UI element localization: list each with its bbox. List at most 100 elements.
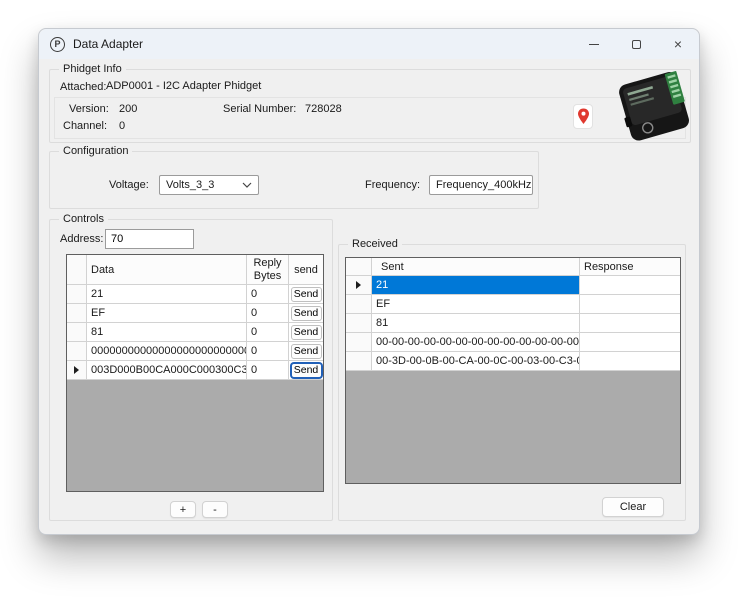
sent-cell: 21 <box>372 276 580 295</box>
send-button[interactable]: Send <box>291 287 322 302</box>
reply-bytes-cell[interactable]: 0 <box>247 342 289 361</box>
send-grid-row: EF 0 Send <box>67 304 323 323</box>
reply-bytes-cell[interactable]: 0 <box>247 285 289 304</box>
add-row-button[interactable]: + <box>170 501 196 518</box>
attached-label: Attached: <box>60 81 106 93</box>
reply-bytes-cell[interactable]: 0 <box>247 323 289 342</box>
send-grid-row-current: 003D000B00CA000C000300C30003 0 Send <box>67 361 323 380</box>
minimize-button[interactable] <box>573 29 615 59</box>
column-header-reply-bytes[interactable]: Reply Bytes <box>247 255 289 285</box>
received-grid-row-selected[interactable]: 21 <box>346 276 680 295</box>
data-cell[interactable]: 003D000B00CA000C000300C30003 <box>87 361 247 380</box>
app-window: P Data Adapter × Phidget Info Attached: … <box>38 28 700 535</box>
row-marker-cell[interactable] <box>67 361 87 380</box>
received-group: Received Sent Response 21 EF 81 <box>338 244 686 521</box>
send-cell: Send <box>289 285 323 304</box>
title-bar[interactable]: P Data Adapter × <box>39 29 699 59</box>
address-label: Address: <box>60 233 103 245</box>
locate-device-button[interactable] <box>573 104 593 129</box>
frequency-label: Frequency: <box>365 179 420 191</box>
send-cell: Send <box>289 304 323 323</box>
attached-value: ADP0001 - I2C Adapter Phidget <box>106 80 261 92</box>
send-cell: Send <box>289 361 323 380</box>
received-grid: Sent Response 21 EF 81 00-00-00-00-00-00… <box>345 257 681 484</box>
voltage-label: Voltage: <box>109 179 149 191</box>
send-grid-row: 0000000000000000000000000000 0 Send <box>67 342 323 361</box>
voltage-select[interactable]: Volts_3_3 <box>159 175 259 195</box>
close-icon: × <box>674 37 682 51</box>
column-header-data[interactable]: Data <box>87 255 247 285</box>
row-header-corner <box>67 255 87 285</box>
device-details-panel: Version: 200 Serial Number: 728028 Chann… <box>54 97 686 139</box>
send-grid-header: Data Reply Bytes send <box>67 255 323 285</box>
serial-number-value: 728028 <box>305 103 342 115</box>
current-row-marker-icon <box>356 281 361 289</box>
response-cell <box>580 333 680 352</box>
sent-cell: EF <box>372 295 580 314</box>
serial-number-label: Serial Number: <box>223 103 296 115</box>
chevron-down-icon <box>242 182 252 188</box>
configuration-title: Configuration <box>59 145 132 157</box>
close-button[interactable]: × <box>657 29 699 59</box>
row-marker-cell <box>346 352 372 371</box>
voltage-selected-value: Volts_3_3 <box>166 179 214 191</box>
row-marker-cell[interactable] <box>67 323 87 342</box>
row-marker-cell <box>346 295 372 314</box>
version-value: 200 <box>119 103 137 115</box>
clear-button[interactable]: Clear <box>602 497 664 517</box>
sent-cell: 00-3D-00-0B-00-CA-00-0C-00-03-00-C3-00-0… <box>372 352 580 371</box>
controls-title: Controls <box>59 213 108 225</box>
send-data-grid: Data Reply Bytes send 21 0 Send EF 0 Sen… <box>66 254 324 492</box>
version-label: Version: <box>69 103 109 115</box>
received-grid-row[interactable]: 81 <box>346 314 680 333</box>
minimize-icon <box>589 44 599 45</box>
data-cell[interactable]: 21 <box>87 285 247 304</box>
send-cell: Send <box>289 323 323 342</box>
device-image <box>609 65 701 147</box>
send-button-focused[interactable]: Send <box>291 363 322 378</box>
row-marker-cell <box>346 333 372 352</box>
maximize-icon <box>632 40 641 49</box>
row-header-corner <box>346 258 372 276</box>
row-marker-cell <box>346 276 372 295</box>
reply-bytes-cell[interactable]: 0 <box>247 361 289 380</box>
data-cell[interactable]: EF <box>87 304 247 323</box>
maximize-button[interactable] <box>615 29 657 59</box>
address-input[interactable] <box>105 229 194 249</box>
send-button[interactable]: Send <box>291 306 322 321</box>
row-marker-cell[interactable] <box>67 285 87 304</box>
received-title: Received <box>348 238 402 250</box>
window-title: Data Adapter <box>73 37 143 51</box>
location-pin-icon <box>577 108 590 125</box>
window-controls: × <box>573 29 699 59</box>
send-cell: Send <box>289 342 323 361</box>
send-button[interactable]: Send <box>291 344 322 359</box>
response-cell <box>580 295 680 314</box>
phidget-info-group: Phidget Info Attached: ADP0001 - I2C Ada… <box>49 69 691 143</box>
column-header-response[interactable]: Response <box>580 258 680 276</box>
data-cell[interactable]: 81 <box>87 323 247 342</box>
frequency-select[interactable]: Frequency_400kHz <box>429 175 533 195</box>
remove-row-button[interactable]: - <box>202 501 228 518</box>
row-marker-cell[interactable] <box>67 304 87 323</box>
controls-group: Controls Address: Data Reply Bytes send … <box>49 219 333 521</box>
send-grid-row: 81 0 Send <box>67 323 323 342</box>
response-cell <box>580 352 680 371</box>
channel-label: Channel: <box>63 120 107 132</box>
response-cell <box>580 314 680 333</box>
received-grid-header: Sent Response <box>346 258 680 276</box>
send-button[interactable]: Send <box>291 325 322 340</box>
received-grid-row[interactable]: 00-00-00-00-00-00-00-00-00-00-00-00-00-0… <box>346 333 680 352</box>
response-cell <box>580 276 680 295</box>
column-header-sent[interactable]: Sent <box>372 258 580 276</box>
received-grid-row[interactable]: EF <box>346 295 680 314</box>
data-cell[interactable]: 0000000000000000000000000000 <box>87 342 247 361</box>
phidget-info-title: Phidget Info <box>59 63 126 75</box>
sent-cell: 00-00-00-00-00-00-00-00-00-00-00-00-00-0… <box>372 333 580 352</box>
row-marker-cell[interactable] <box>67 342 87 361</box>
reply-bytes-cell[interactable]: 0 <box>247 304 289 323</box>
configuration-group: Configuration Voltage: Volts_3_3 Frequen… <box>49 151 539 209</box>
column-header-send[interactable]: send <box>289 255 323 285</box>
send-grid-row: 21 0 Send <box>67 285 323 304</box>
received-grid-row[interactable]: 00-3D-00-0B-00-CA-00-0C-00-03-00-C3-00-0… <box>346 352 680 371</box>
